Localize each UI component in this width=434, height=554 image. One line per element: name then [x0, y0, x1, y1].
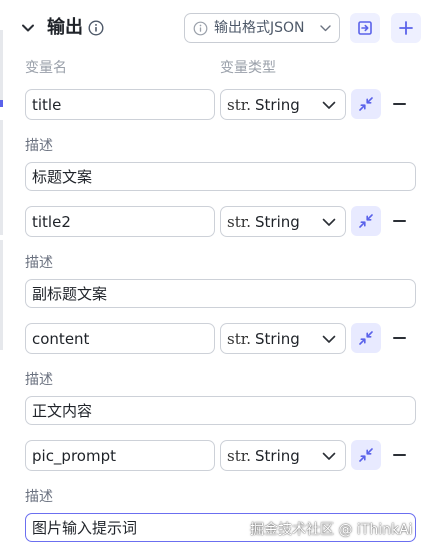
- minus-icon[interactable]: [392, 330, 408, 346]
- collapse-row-button[interactable]: [351, 440, 381, 470]
- output-format-label: 输出格式JSON: [214, 20, 305, 36]
- type-label: String: [255, 212, 300, 231]
- export-icon: [358, 21, 372, 35]
- variable-type-select[interactable]: str. String: [220, 206, 346, 237]
- export-button[interactable]: [350, 13, 380, 43]
- chevron-down-icon: [322, 101, 336, 109]
- chevron-down-icon: [322, 452, 336, 460]
- minus-icon[interactable]: [392, 96, 408, 112]
- output-format-select[interactable]: 输出格式JSON: [184, 13, 340, 43]
- variable-type-select[interactable]: str. String: [220, 323, 346, 354]
- left-edge-strip: [0, 0, 4, 554]
- shrink-arrows-icon: [359, 97, 373, 111]
- variable-type-select[interactable]: str. String: [220, 440, 346, 471]
- collapse-row-button[interactable]: [351, 206, 381, 236]
- description-input[interactable]: 标题文案: [25, 162, 416, 191]
- section-title: 输出: [47, 17, 83, 38]
- description-input[interactable]: 副标题文案: [25, 279, 416, 308]
- description-label: 描述: [25, 372, 53, 388]
- collapse-row-button[interactable]: [351, 89, 381, 119]
- shrink-arrows-icon: [359, 331, 373, 345]
- variable-name-input[interactable]: title2: [25, 206, 215, 237]
- type-prefix: str.: [227, 446, 252, 465]
- info-circle-icon: [193, 21, 208, 36]
- column-header-name: 变量名: [25, 60, 67, 76]
- column-header-type: 变量类型: [220, 60, 276, 76]
- plus-icon: [399, 21, 413, 35]
- description-input[interactable]: 正文内容: [25, 396, 416, 425]
- type-label: String: [255, 329, 300, 348]
- shrink-arrows-icon: [359, 214, 373, 228]
- description-label: 描述: [25, 489, 53, 505]
- description-label: 描述: [25, 255, 53, 271]
- description-label: 描述: [25, 138, 53, 154]
- shrink-arrows-icon: [359, 448, 373, 462]
- add-output-button[interactable]: [391, 13, 421, 43]
- collapse-row-button[interactable]: [351, 323, 381, 353]
- variable-name-input[interactable]: pic_prompt: [25, 440, 215, 471]
- info-circle-icon[interactable]: [88, 20, 104, 36]
- minus-icon[interactable]: [392, 213, 408, 229]
- variable-name-input[interactable]: title: [25, 89, 215, 120]
- type-prefix: str.: [227, 329, 252, 348]
- output-header: 输出 输出格式JSON: [0, 0, 434, 56]
- type-label: String: [255, 446, 300, 465]
- type-label: String: [255, 95, 300, 114]
- chevron-down-icon: [322, 218, 336, 226]
- type-prefix: str.: [227, 95, 252, 114]
- chevron-down-icon[interactable]: [21, 21, 35, 35]
- watermark: 掘金技术社区 @ iThinkAi: [250, 522, 413, 538]
- type-prefix: str.: [227, 212, 252, 231]
- chevron-down-icon: [320, 25, 331, 32]
- variable-type-select[interactable]: str. String: [220, 89, 346, 120]
- minus-icon[interactable]: [392, 447, 408, 463]
- output-panel: 输出 输出格式JSON 变量名 变量类型 title str. String 描…: [0, 0, 434, 554]
- chevron-down-icon: [322, 335, 336, 343]
- variable-name-input[interactable]: content: [25, 323, 215, 354]
